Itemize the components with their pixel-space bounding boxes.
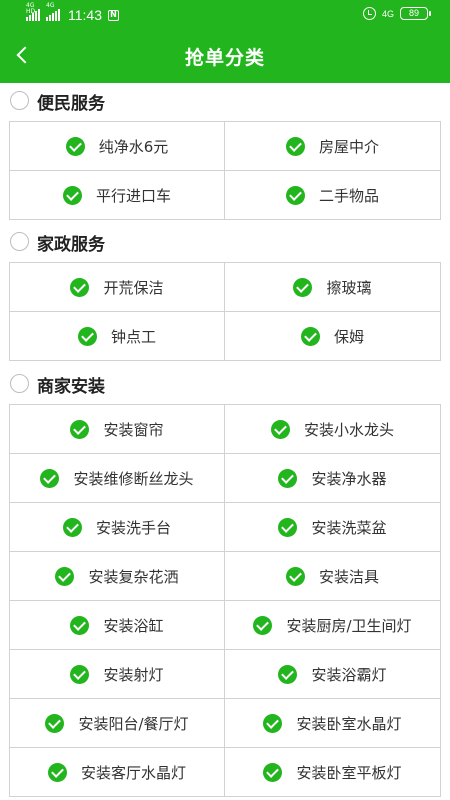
category-item-label: 安装阳台/餐厅灯 [78, 714, 189, 733]
category-item-label: 安装复杂花洒 [88, 567, 179, 586]
check-circle-icon [270, 419, 290, 439]
section-header: 家政服务 [0, 223, 450, 259]
category-item[interactable]: 安装阳台/餐厅灯 [10, 699, 225, 748]
category-item[interactable]: 安装净水器 [225, 454, 441, 503]
category-item[interactable]: 安装洁具 [225, 552, 441, 601]
category-item-label: 安装卧室水晶灯 [296, 714, 402, 733]
section-title: 便民服务 [37, 94, 105, 114]
category-item-label: 安装射灯 [103, 665, 164, 684]
category-item-label: 擦玻璃 [326, 278, 372, 297]
section-header: 商家安装 [0, 365, 450, 401]
status-bar: 4G HD 4G 11:43 N 4G 89 [0, 0, 450, 30]
category-item[interactable]: 安装厨房/卫生间灯 [225, 601, 441, 650]
alarm-icon [362, 7, 376, 20]
check-circle-icon [285, 136, 305, 156]
category-item-label: 纯净水6元 [98, 137, 169, 156]
category-item[interactable]: 安装卧室平板灯 [225, 748, 441, 797]
category-item-label: 安装厨房/卫生间灯 [286, 616, 412, 635]
category-item-label: 安装洁具 [318, 567, 379, 586]
category-grid: 安装窗帘 安装小水龙头 安装维修断丝龙头 安装净水器 安装洗手台 安装洗菜盆 安装复杂花洒安… [9, 404, 441, 797]
category-item[interactable]: 开荒保洁 [10, 263, 225, 312]
category-item[interactable]: 安装客厅水晶灯 [10, 748, 225, 797]
signal-icon: 4G HD [26, 3, 40, 21]
check-circle-icon [70, 615, 90, 635]
category-item-label: 安装维修断丝龙头 [73, 469, 194, 488]
category-item-label: 保姆 [333, 327, 364, 346]
category-item-label: 安装浴缸 [103, 616, 164, 635]
category-item-label: 钟点工 [110, 327, 156, 346]
signal-icon: 4G [46, 3, 60, 21]
check-circle-icon [70, 419, 90, 439]
category-item[interactable]: 安装窗帘 [10, 405, 225, 454]
check-circle-icon [285, 566, 305, 586]
check-circle-icon [62, 185, 82, 205]
check-circle-icon [45, 713, 65, 733]
section-select-radio[interactable] [10, 232, 29, 251]
category-item[interactable]: 安装小水龙头 [225, 405, 441, 454]
category-item[interactable]: 房屋中介 [225, 122, 441, 171]
check-circle-icon [263, 713, 283, 733]
network-4g-icon: 4G [381, 8, 394, 19]
category-item[interactable]: 擦玻璃 [225, 263, 441, 312]
category-item[interactable]: 安装浴缸 [10, 601, 225, 650]
check-circle-icon [70, 664, 90, 684]
nav-bar: 抢单分类 [0, 30, 450, 83]
check-circle-icon [278, 664, 298, 684]
section-select-radio[interactable] [10, 374, 29, 393]
category-item-label: 安装客厅水晶灯 [80, 763, 186, 782]
check-circle-icon [77, 326, 97, 346]
check-circle-icon [62, 517, 82, 537]
check-circle-icon [65, 136, 85, 156]
category-item-label: 安装洗菜盆 [311, 518, 387, 537]
app-header: 4G HD 4G 11:43 N 4G 89 抢单分类 [0, 0, 450, 83]
category-item[interactable]: 安装射灯 [10, 650, 225, 699]
section-select-radio[interactable] [10, 91, 29, 110]
nfc-icon: N [108, 9, 119, 21]
section-title: 商家安装 [37, 377, 105, 397]
category-item[interactable]: 保姆 [225, 312, 441, 361]
section-title: 家政服务 [37, 235, 105, 255]
category-grid: 纯净水6元 房屋中介平行进口车 二手物品 [9, 121, 441, 220]
check-circle-icon [278, 517, 298, 537]
category-item-label: 安装洗手台 [95, 518, 171, 537]
category-item[interactable]: 二手物品 [225, 171, 441, 220]
category-item[interactable]: 安装维修断丝龙头 [10, 454, 225, 503]
battery-icon: 89 [400, 7, 431, 20]
check-circle-icon [47, 762, 67, 782]
page-title: 抢单分类 [184, 47, 265, 69]
category-item[interactable]: 钟点工 [10, 312, 225, 361]
category-item[interactable]: 安装卧室水晶灯 [225, 699, 441, 748]
check-circle-icon [40, 468, 60, 488]
category-item[interactable]: 安装洗菜盆 [225, 503, 441, 552]
check-circle-icon [55, 566, 75, 586]
category-item-label: 开荒保洁 [103, 278, 164, 297]
category-item-label: 安装小水龙头 [303, 420, 394, 439]
check-circle-icon [293, 277, 313, 297]
check-circle-icon [278, 468, 298, 488]
check-circle-icon [263, 762, 283, 782]
category-item-label: 安装浴霸灯 [311, 665, 387, 684]
category-item[interactable]: 安装复杂花洒 [10, 552, 225, 601]
category-item-label: 安装净水器 [311, 469, 387, 488]
clock-time: 11:43 [68, 7, 102, 23]
category-item-label: 房屋中介 [318, 137, 379, 156]
section-header: 便民服务 [0, 82, 450, 118]
category-grid: 开荒保洁 擦玻璃钟点工 保姆 [9, 262, 441, 361]
check-circle-icon [253, 615, 273, 635]
category-item-label: 安装卧室平板灯 [296, 763, 402, 782]
check-circle-icon [300, 326, 320, 346]
check-circle-icon [70, 277, 90, 297]
category-item[interactable]: 平行进口车 [10, 171, 225, 220]
category-item-label: 平行进口车 [95, 186, 171, 205]
category-item[interactable]: 安装洗手台 [10, 503, 225, 552]
category-item-label: 二手物品 [318, 186, 379, 205]
check-circle-icon [285, 185, 305, 205]
category-item[interactable]: 安装浴霸灯 [225, 650, 441, 699]
category-item[interactable]: 纯净水6元 [10, 122, 225, 171]
category-item-label: 安装窗帘 [103, 420, 164, 439]
